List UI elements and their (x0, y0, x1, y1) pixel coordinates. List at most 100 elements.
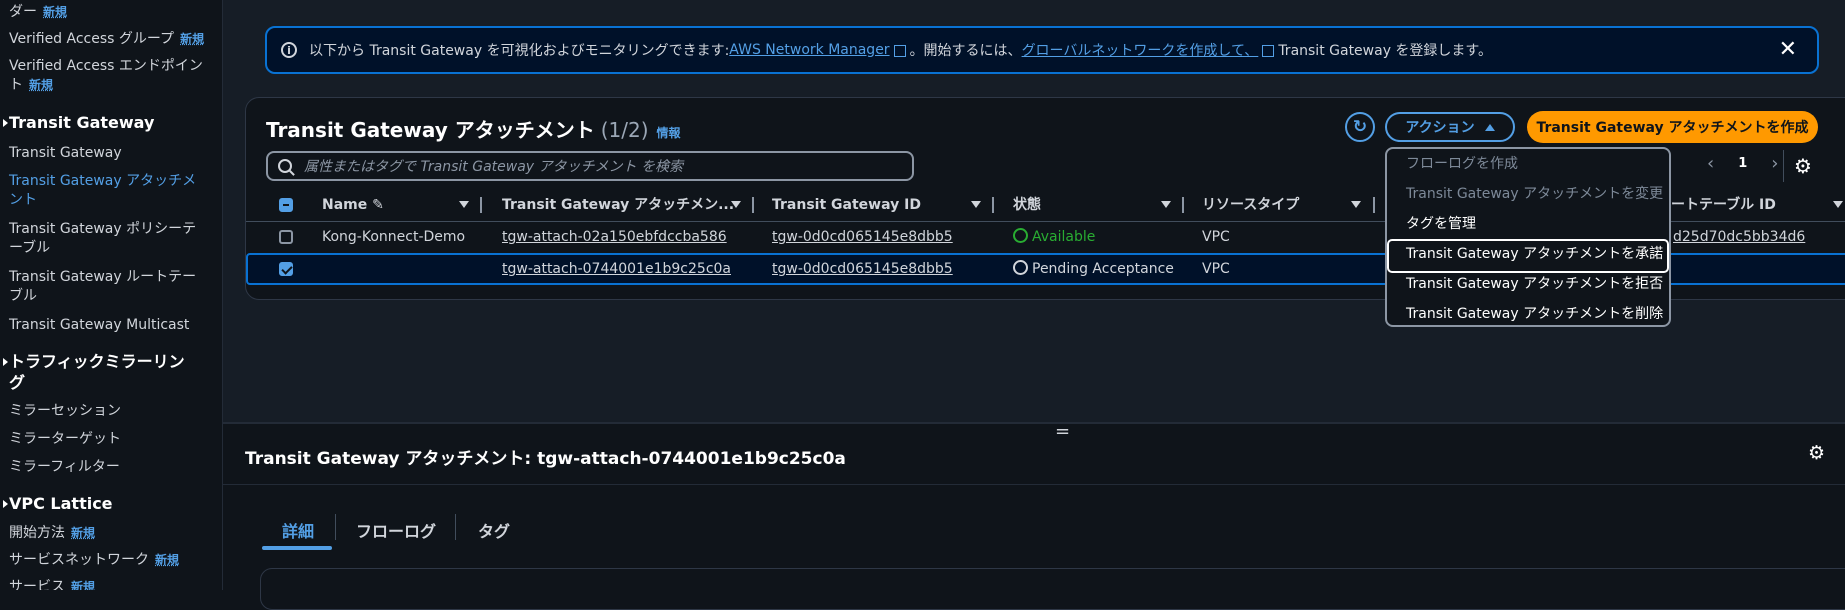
tab-details[interactable]: 詳細 (282, 518, 314, 542)
menu-item-delete-attachment[interactable]: Transit Gateway アタッチメントを削除 (1387, 299, 1669, 329)
sidebar-section-traffic-mirroring[interactable]: トラフィックミラーリング (3, 351, 216, 393)
info-banner: i 以下から Transit Gateway を可視化およびモニタリングできます… (265, 26, 1819, 74)
page-number[interactable]: 1 (1738, 156, 1747, 171)
sidebar-item-mirror-targets[interactable]: ミラーターゲット (9, 430, 216, 449)
transit-gateway-id-link[interactable]: tgw-0d0cd065145e8dbb5 (772, 255, 953, 286)
sort-icon[interactable] (459, 201, 469, 208)
sidebar-item-label: サービス (9, 579, 65, 590)
column-header-state[interactable]: 状態 (1013, 189, 1041, 221)
tab-tags[interactable]: タグ (478, 518, 510, 542)
sidebar-item-service-networks[interactable]: サービスネットワーク 新規 (9, 551, 216, 570)
sidebar-item-transit-gateway-route-tables[interactable]: Transit Gateway ルートテー ブル (9, 268, 216, 306)
sort-icon[interactable] (1351, 201, 1361, 208)
sidebar-section-vpc-lattice[interactable]: VPC Lattice (3, 494, 216, 513)
column-header-route-table-id[interactable]: ートテーブル ID (1671, 189, 1776, 221)
refresh-icon[interactable]: ↻ (1345, 112, 1375, 142)
active-tab-indicator (262, 546, 332, 550)
sidebar-item-label: ブル (9, 288, 37, 304)
details-pane: = Transit Gateway アタッチメント: tgw-attach-07… (223, 422, 1845, 610)
next-page-icon[interactable]: › (1771, 153, 1778, 174)
column-header-resource-type[interactable]: リソースタイプ (1202, 189, 1299, 221)
sidebar-item-label: サービスネットワーク (9, 552, 149, 568)
external-link-icon (893, 45, 906, 57)
banner-text: 以下から Transit Gateway を可視化およびモニタリングできます: (309, 43, 730, 59)
sidebar-item-mirror-sessions[interactable]: ミラーセッション (9, 402, 216, 421)
select-all-checkbox[interactable] (279, 198, 293, 212)
column-resizer[interactable] (480, 197, 482, 213)
sidebar-section-transit-gateway[interactable]: Transit Gateway (3, 113, 216, 132)
title-text: Transit Gateway アタッチメント (266, 118, 595, 142)
new-badge: 新規 (71, 526, 96, 540)
close-icon[interactable]: ✕ (1779, 39, 1797, 61)
menu-item-reject-attachment[interactable]: Transit Gateway アタッチメントを拒否 (1387, 269, 1669, 299)
column-resizer[interactable] (752, 197, 754, 213)
tab-flow-logs[interactable]: フローログ (356, 518, 436, 542)
column-resizer[interactable] (992, 197, 994, 213)
actions-menu: フローログを作成 Transit Gateway アタッチメントを変更 タグを管… (1385, 147, 1671, 327)
sidebar-item-verified-access-groups[interactable]: Verified Access グループ 新規 (9, 30, 216, 49)
column-resizer[interactable] (1182, 197, 1184, 213)
sidebar-item-label: Transit Gateway アタッチメ (9, 173, 197, 189)
sidebar-item-transit-gateway-policy-tables[interactable]: Transit Gateway ポリシーテ ーブル (9, 220, 216, 258)
menu-item-create-flow-log: フローログを作成 (1406, 156, 1518, 172)
attachment-id-link[interactable]: tgw-attach-0744001e1b9c25c0a (502, 255, 731, 286)
route-table-id-link[interactable]: d25d70dc5bb34d6 (1673, 222, 1805, 253)
sort-icon[interactable] (731, 201, 741, 208)
column-header-name[interactable]: Name ✎ (322, 189, 384, 221)
sidebar-item-verified-access-endpoints[interactable]: Verified Access エンドポイント新規 (9, 57, 216, 95)
clock-icon (1013, 260, 1028, 275)
sidebar-item-services[interactable]: サービス 新規 (9, 578, 216, 590)
sidebar-item-transit-gateway-attachments[interactable]: Transit Gateway アタッチメ ント (9, 172, 216, 210)
section-label: トラフィックミラーリン (9, 352, 185, 371)
gear-icon[interactable]: ⚙ (1794, 154, 1812, 178)
cell-resource-type: VPC (1202, 261, 1230, 277)
status-badge: Available (1013, 222, 1095, 253)
status-badge: Pending Acceptance (1013, 255, 1174, 286)
sidebar-item-verified-access-trust-provider[interactable]: ダー 新規 (9, 3, 216, 22)
row-checkbox[interactable] (279, 230, 293, 244)
sidebar-item-label: ダー (9, 4, 37, 20)
divider (1783, 150, 1784, 182)
menu-item-modify-attachment: Transit Gateway アタッチメントを変更 (1406, 186, 1664, 202)
new-badge: 新規 (180, 32, 205, 46)
cell-name: Kong-Konnect-Demo (322, 229, 466, 245)
create-global-network-link[interactable]: グローバルネットワークを作成して、 (1022, 40, 1259, 60)
new-badge: 新規 (71, 580, 96, 590)
search-icon (278, 159, 292, 173)
actions-button[interactable]: アクション (1385, 112, 1515, 142)
sidebar-item-transit-gateway-multicast[interactable]: Transit Gateway Multicast (9, 316, 216, 335)
selection-count: (1/2) (600, 118, 649, 142)
cell-resource-type: VPC (1202, 229, 1230, 245)
column-header-transit-gateway-id[interactable]: Transit Gateway ID (772, 189, 921, 221)
menu-item-accept-attachment[interactable]: Transit Gateway アタッチメントを承諾 (1387, 239, 1669, 273)
sort-icon[interactable] (1833, 201, 1843, 208)
sidebar-item-getting-started[interactable]: 開始方法 新規 (9, 524, 216, 543)
column-resizer[interactable] (1373, 197, 1375, 213)
transit-gateway-id-link[interactable]: tgw-0d0cd065145e8dbb5 (772, 222, 953, 253)
sidebar-item-label: Transit Gateway ポリシーテ (9, 221, 197, 237)
attachment-id-link[interactable]: tgw-attach-02a150ebfdccba586 (502, 222, 727, 253)
menu-item-manage-tags[interactable]: タグを管理 (1387, 209, 1669, 239)
new-badge: 新規 (29, 78, 54, 92)
new-badge: 新規 (155, 553, 180, 567)
sidebar-item-transit-gateways[interactable]: Transit Gateway (9, 144, 216, 163)
search-input[interactable]: 属性またはタグで Transit Gateway アタッチメント を検索 (266, 151, 914, 181)
sidebar-item-mirror-filters[interactable]: ミラーフィルター (9, 458, 216, 477)
info-link[interactable]: 情報 (657, 126, 681, 140)
prev-page-icon[interactable]: ‹ (1707, 153, 1714, 174)
network-manager-link[interactable]: AWS Network Manager (729, 42, 889, 58)
create-attachment-button[interactable]: Transit Gateway アタッチメントを作成 (1527, 111, 1818, 143)
divider (223, 484, 1845, 485)
section-label: Transit Gateway (9, 113, 155, 132)
column-header-attachment-id[interactable]: Transit Gateway アタッチメン... (502, 189, 734, 221)
split-divider (223, 422, 1845, 424)
resize-handle-icon[interactable]: = (1055, 423, 1070, 441)
row-checkbox[interactable] (279, 262, 293, 276)
banner-text: Transit Gateway を登録します。 (1278, 43, 1493, 59)
gear-icon[interactable]: ⚙ (1808, 442, 1825, 464)
sidebar-item-label: Transit Gateway Multicast (9, 317, 190, 333)
sort-icon[interactable] (1161, 201, 1171, 208)
status-text: Available (1032, 229, 1096, 245)
sort-icon[interactable] (971, 201, 981, 208)
sidebar: ダー 新規 Verified Access グループ 新規 Verified Acc… (0, 0, 223, 590)
